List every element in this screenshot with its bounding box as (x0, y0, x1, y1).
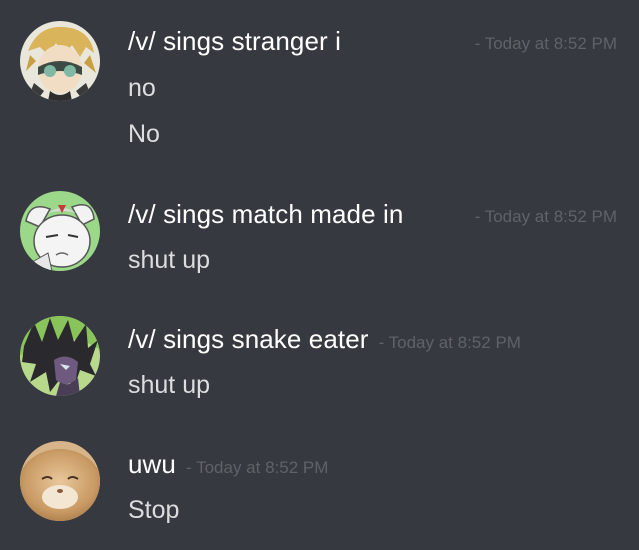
avatar[interactable] (20, 316, 100, 396)
message-text: shut up (128, 371, 211, 399)
timestamp: - Today at 8:52 PM (378, 333, 521, 352)
username[interactable]: uwu (128, 449, 176, 479)
username[interactable]: /v/ sings snake eater (128, 324, 369, 354)
message-text: No (128, 120, 160, 148)
message-text: shut up (128, 246, 211, 274)
avatar[interactable] (20, 441, 100, 521)
message-header: uwu - Today at 8:52 PM (128, 449, 617, 480)
anime-character-goggles-avatar-icon (20, 21, 100, 101)
message-header: /v/ sings stranger i - Today at 8:52 PM (128, 26, 617, 57)
timestamp: - Today at 8:52 PM (474, 34, 617, 53)
chat-messages: /v/ sings stranger i - Today at 8:52 PM … (0, 0, 639, 550)
avatar[interactable] (20, 21, 100, 101)
timestamp: - Today at 8:52 PM (474, 207, 617, 226)
timestamp: - Today at 8:52 PM (186, 458, 329, 477)
username[interactable]: /v/ sings match made in (128, 199, 403, 229)
hamster-avatar-icon (20, 441, 100, 521)
white-creature-avatar-icon (20, 191, 100, 271)
message-text: no (128, 74, 156, 102)
dark-spiky-hair-character-avatar-icon (20, 316, 100, 396)
message-header: /v/ sings snake eater - Today at 8:52 PM (128, 324, 617, 355)
message-header: /v/ sings match made in - Today at 8:52 … (128, 199, 617, 230)
username[interactable]: /v/ sings stranger i (128, 26, 341, 56)
message-text: Stop (128, 496, 180, 524)
avatar[interactable] (20, 191, 100, 271)
